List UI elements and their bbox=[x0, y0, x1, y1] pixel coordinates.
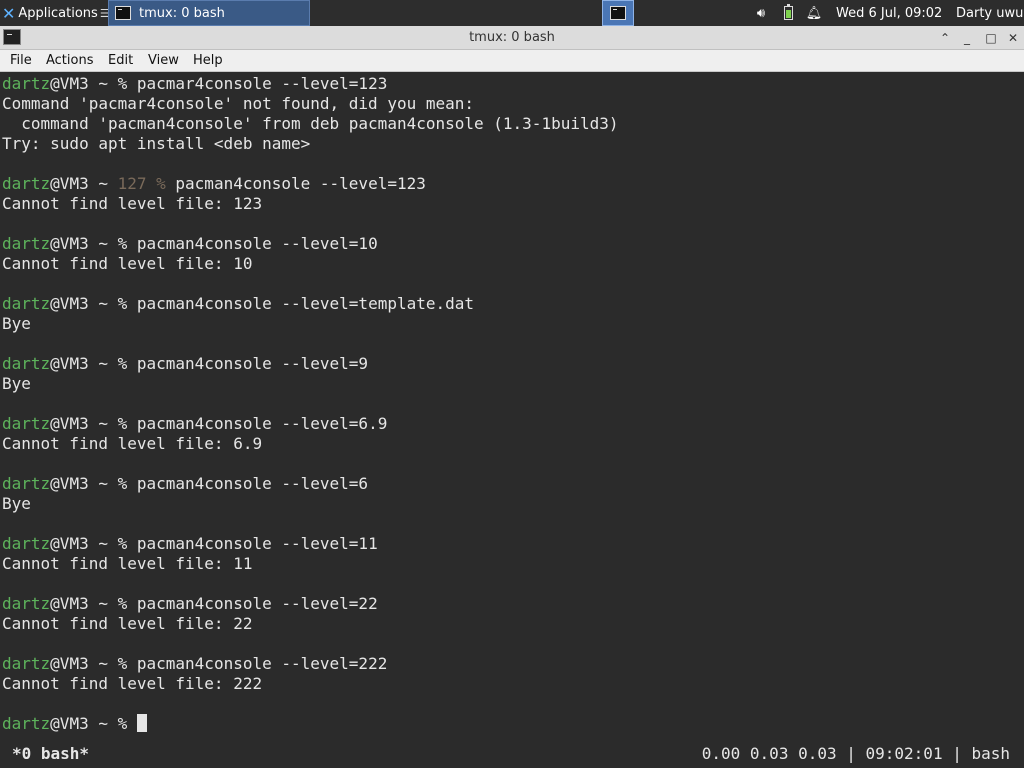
prompt-user: dartz bbox=[2, 174, 51, 193]
prompt-user: dartz bbox=[2, 714, 51, 733]
terminal-icon bbox=[610, 6, 626, 20]
prompt-host: @VM3 ~ bbox=[50, 174, 118, 193]
prompt-command: % pacman4console --level=222 bbox=[117, 654, 388, 673]
prompt-command: pacman4console --level=123 bbox=[175, 174, 426, 193]
taskbar-item-tmux[interactable]: tmux: 0 bash bbox=[108, 0, 310, 26]
volume-icon[interactable]: 🔊︎ bbox=[752, 0, 770, 26]
terminal-icon bbox=[115, 6, 131, 20]
terminal-cursor[interactable] bbox=[136, 714, 147, 732]
minimize-icon[interactable]: _ bbox=[958, 29, 976, 47]
close-icon[interactable]: ✕ bbox=[1004, 29, 1022, 47]
window-title: tmux: 0 bash bbox=[469, 30, 555, 45]
prompt-user: dartz bbox=[2, 594, 51, 613]
menu-help[interactable]: Help bbox=[193, 53, 223, 68]
prompt-line: dartz@VM3 ~ % pacman4console --level=10 bbox=[2, 234, 378, 254]
prompt-user: dartz bbox=[2, 354, 51, 373]
window-titlebar[interactable]: tmux: 0 bash ⌃ _ □ ✕ bbox=[0, 26, 1024, 50]
menu-file[interactable]: File bbox=[10, 53, 32, 68]
output-line: Bye bbox=[2, 374, 31, 393]
prompt-user: dartz bbox=[2, 234, 51, 253]
output-line: Command 'pacmar4console' not found, did … bbox=[2, 94, 475, 113]
menu-edit[interactable]: Edit bbox=[108, 53, 133, 68]
prompt-line: dartz@VM3 ~ 127 % pacman4console --level… bbox=[2, 174, 426, 194]
maximize-icon[interactable]: □ bbox=[982, 29, 1000, 47]
prompt-host: @VM3 ~ bbox=[50, 234, 118, 253]
applications-menu[interactable]: ✕ Applications ☰ bbox=[0, 0, 110, 26]
prompt-user: dartz bbox=[2, 534, 51, 553]
workspace-switcher[interactable] bbox=[602, 0, 634, 26]
prompt-host: @VM3 ~ bbox=[50, 294, 118, 313]
user-menu[interactable]: Darty uwu bbox=[956, 0, 1023, 26]
clock[interactable]: Wed 6 Jul, 09:02 bbox=[836, 0, 942, 26]
prompt-command: % pacman4console --level=11 bbox=[117, 534, 378, 553]
prompt-command: % pacmar4console --level=123 bbox=[117, 74, 388, 93]
prompt-line: dartz@VM3 ~ % pacman4console --level=222 bbox=[2, 654, 387, 674]
prompt-command: % bbox=[117, 714, 137, 733]
output-line: Bye bbox=[2, 494, 31, 513]
prompt-line: dartz@VM3 ~ % pacman4console --level=6 bbox=[2, 474, 368, 494]
prompt-user: dartz bbox=[2, 294, 51, 313]
prompt-host: @VM3 ~ bbox=[50, 654, 118, 673]
prompt-line: dartz@VM3 ~ % pacman4console --level=11 bbox=[2, 534, 378, 554]
prompt-line: dartz@VM3 ~ % pacman4console --level=6.9 bbox=[2, 414, 387, 434]
tmux-window-label[interactable]: *0 bash* bbox=[12, 744, 89, 763]
tmux-status-right: 0.00 0.03 0.03 | 09:02:01 | bash bbox=[701, 744, 1010, 763]
prompt-line: dartz@VM3 ~ % pacman4console --level=tem… bbox=[2, 294, 474, 314]
menu-view[interactable]: View bbox=[148, 53, 179, 68]
prompt-command: % pacman4console --level=6 bbox=[117, 474, 369, 493]
prompt-line: dartz@VM3 ~ % pacman4console --level=9 bbox=[2, 354, 368, 374]
chevron-up-icon[interactable]: ⌃ bbox=[936, 29, 954, 47]
output-line: Bye bbox=[2, 314, 31, 333]
prompt-line: dartz@VM3 ~ % bbox=[2, 714, 147, 734]
prompt-command: % pacman4console --level=9 bbox=[117, 354, 369, 373]
battery-icon[interactable] bbox=[780, 0, 796, 26]
prompt-user: dartz bbox=[2, 414, 51, 433]
prompt-host: @VM3 ~ bbox=[50, 474, 118, 493]
tmux-status-bar: *0 bash* 0.00 0.03 0.03 | 09:02:01 | bas… bbox=[0, 738, 1024, 768]
prompt-user: dartz bbox=[2, 654, 51, 673]
output-line: command 'pacman4console' from deb pacman… bbox=[2, 114, 619, 133]
prompt-host: @VM3 ~ bbox=[50, 354, 118, 373]
prompt-command: % pacman4console --level=template.dat bbox=[117, 294, 475, 313]
output-line: Cannot find level file: 11 bbox=[2, 554, 253, 573]
prompt-host: @VM3 ~ bbox=[50, 414, 118, 433]
output-line: Cannot find level file: 123 bbox=[2, 194, 263, 213]
taskbar-item-label: tmux: 0 bash bbox=[139, 5, 225, 21]
prompt-line: dartz@VM3 ~ % pacman4console --level=22 bbox=[2, 594, 378, 614]
applications-label: Applications bbox=[18, 5, 98, 21]
prompt-exit-status: 127 % bbox=[117, 174, 176, 193]
terminal-output[interactable]: dartz@VM3 ~ % pacmar4console --level=123… bbox=[0, 72, 1024, 768]
prompt-command: % pacman4console --level=6.9 bbox=[117, 414, 388, 433]
prompt-host: @VM3 ~ bbox=[50, 74, 118, 93]
prompt-user: dartz bbox=[2, 74, 51, 93]
menu-actions[interactable]: Actions bbox=[46, 53, 94, 68]
prompt-host: @VM3 ~ bbox=[50, 714, 118, 733]
prompt-user: dartz bbox=[2, 474, 51, 493]
prompt-line: dartz@VM3 ~ % pacmar4console --level=123 bbox=[2, 74, 387, 94]
xfce-logo-icon: ✕ bbox=[2, 3, 16, 23]
prompt-host: @VM3 ~ bbox=[50, 534, 118, 553]
top-panel: ✕ Applications ☰ tmux: 0 bash 🔊︎ 🔔︎ Wed … bbox=[0, 0, 1024, 26]
output-line: Cannot find level file: 22 bbox=[2, 614, 253, 633]
output-line: Cannot find level file: 6.9 bbox=[2, 434, 263, 453]
prompt-host: @VM3 ~ bbox=[50, 594, 118, 613]
prompt-command: % pacman4console --level=10 bbox=[117, 234, 378, 253]
notification-bell-icon[interactable]: 🔔︎ bbox=[806, 0, 823, 26]
output-line: Cannot find level file: 222 bbox=[2, 674, 263, 693]
output-line: Cannot find level file: 10 bbox=[2, 254, 253, 273]
output-line: Try: sudo apt install <deb name> bbox=[2, 134, 311, 153]
prompt-command: % pacman4console --level=22 bbox=[117, 594, 378, 613]
menubar: File Actions Edit View Help bbox=[0, 50, 1024, 72]
